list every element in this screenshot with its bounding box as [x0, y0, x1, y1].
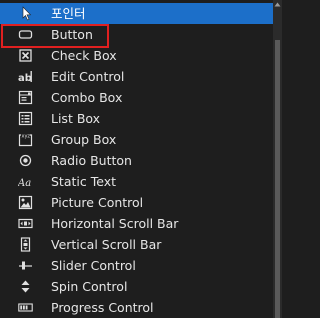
svg-text:xyz: xyz	[22, 134, 31, 140]
toolbox-item-check-box[interactable]: Check Box	[0, 45, 273, 66]
toolbox-item-label: Button	[51, 27, 93, 42]
group-box-icon: xyz	[18, 132, 33, 147]
pointer-icon	[18, 6, 33, 21]
toolbox-item-spin-control[interactable]: Spin Control	[0, 276, 273, 297]
toolbox-item-label: Progress Control	[51, 300, 154, 315]
toolbox-item-static-text[interactable]: Aa Static Text	[0, 171, 273, 192]
toolbox-item-label: Slider Control	[51, 258, 136, 273]
toolbox-item-label: Edit Control	[51, 69, 125, 84]
toolbox-item-label: Spin Control	[51, 279, 128, 294]
toolbox-item-label: List Box	[51, 111, 101, 126]
combo-box-icon	[18, 90, 33, 105]
toolbox-item-group-box[interactable]: xyz Group Box	[0, 129, 273, 150]
picture-control-icon	[18, 195, 33, 210]
svg-text:ab: ab	[18, 73, 32, 84]
toolbox-item-label: Radio Button	[51, 153, 132, 168]
toolbox-item-progress-control[interactable]: Progress Control	[0, 297, 273, 318]
toolbox-item-label: Check Box	[51, 48, 117, 63]
list-box-icon	[18, 111, 33, 126]
toolbox-item-horizontal-scroll-bar[interactable]: Horizontal Scroll Bar	[0, 213, 273, 234]
toolbox-item-label: Horizontal Scroll Bar	[51, 216, 179, 231]
toolbox-item-label: Picture Control	[51, 195, 144, 210]
vertical-scrollbar[interactable]	[273, 0, 282, 318]
static-text-icon: Aa	[18, 174, 33, 189]
toolbox-item-label: Vertical Scroll Bar	[51, 237, 162, 252]
toolbox-item-edit-control[interactable]: ab Edit Control	[0, 66, 273, 87]
toolbox-item-combo-box[interactable]: Combo Box	[0, 87, 273, 108]
toolbox-item-button[interactable]: Button	[0, 24, 273, 45]
toolbox-item-label: 포인터	[51, 6, 86, 21]
slider-control-icon	[18, 258, 33, 273]
toolbox-item-picture-control[interactable]: Picture Control	[0, 192, 273, 213]
toolbox-item-list-box[interactable]: List Box	[0, 108, 273, 129]
radio-button-icon	[18, 153, 33, 168]
progress-control-icon	[18, 300, 33, 315]
button-icon	[18, 27, 33, 42]
toolbox-item-label: Static Text	[51, 174, 116, 189]
vertical-scroll-bar-icon	[18, 237, 33, 252]
checkbox-icon	[18, 48, 33, 63]
toolbox-item-vertical-scroll-bar[interactable]: Vertical Scroll Bar	[0, 234, 273, 255]
scroll-up-arrow-icon[interactable]	[274, 1, 281, 8]
edit-control-icon: ab	[18, 69, 33, 84]
toolbox-item-slider-control[interactable]: Slider Control	[0, 255, 273, 276]
toolbox-item-radio-button[interactable]: Radio Button	[0, 150, 273, 171]
toolbox-list: 포인터 Button Check Box ab Edit Control Com…	[0, 0, 273, 318]
horizontal-scroll-bar-icon	[18, 216, 33, 231]
toolbox-item-label: Group Box	[51, 132, 117, 147]
scrollbar-thumb[interactable]	[275, 40, 280, 318]
svg-text:Aa: Aa	[18, 178, 31, 189]
spin-control-icon	[18, 279, 33, 294]
toolbox-panel: 포인터 Button Check Box ab Edit Control Com…	[0, 0, 282, 318]
toolbox-item-pointer[interactable]: 포인터	[0, 3, 273, 24]
toolbox-item-label: Combo Box	[51, 90, 123, 105]
